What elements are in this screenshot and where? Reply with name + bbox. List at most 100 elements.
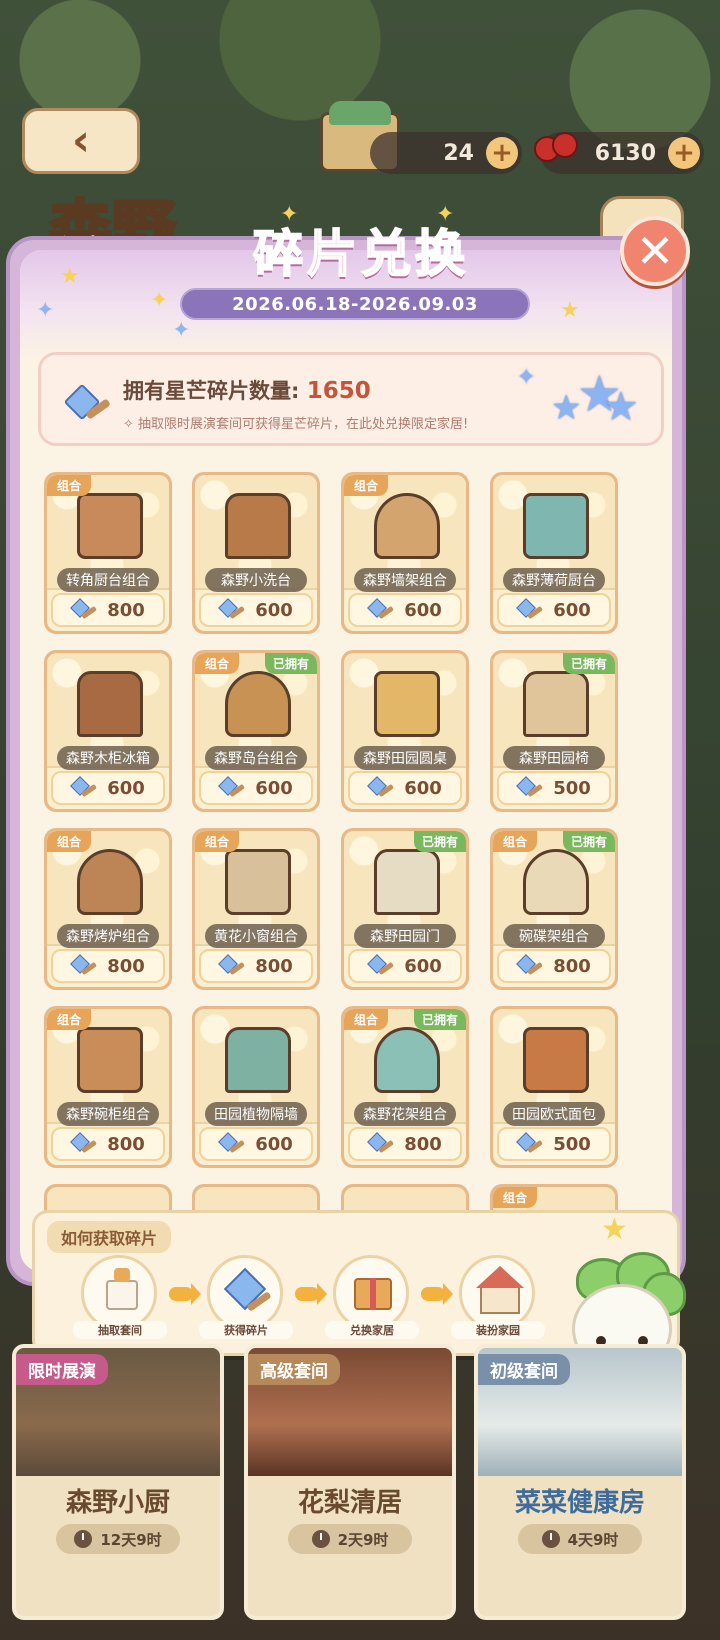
window-icon [225, 849, 291, 915]
item-price-value: 600 [107, 777, 145, 799]
panel-title-ribbon: 碎片兑换 [196, 200, 526, 300]
item-card-body: 森野薄荷厨台 600 [493, 475, 615, 631]
item-card[interactable]: 森野田园圆桌 600 [341, 650, 469, 812]
item-price-button[interactable]: 600 [497, 593, 611, 627]
item-card[interactable]: 已拥有 森野田园椅 500 [490, 650, 618, 812]
item-price-value: 800 [553, 955, 591, 977]
item-card-body: 组合 已拥有 森野花架组合 800 [344, 1009, 466, 1165]
item-name: 森野烤炉组合 [57, 924, 159, 948]
combo-tag: 组合 [195, 831, 240, 852]
item-name: 黄花小窗组合 [205, 924, 307, 948]
item-price-button[interactable]: 600 [348, 949, 462, 983]
item-price-value: 600 [404, 955, 442, 977]
item-card-body: 组合 森野墙架组合 600 [344, 475, 466, 631]
sparkle-icon: ★ [601, 1212, 628, 1247]
combo-tag: 组合 [47, 831, 92, 852]
item-price-button[interactable]: 600 [199, 593, 313, 627]
item-card[interactable]: 组合 已拥有 森野岛台组合 600 [192, 650, 320, 812]
item-price-button[interactable]: 800 [51, 949, 165, 983]
item-card[interactable]: 组合 森野碗柜组合 800 [44, 1006, 172, 1168]
banner-name: 森野小厨 [65, 1488, 170, 1518]
star-shard-icon [70, 598, 98, 621]
item-price-button[interactable]: 500 [497, 1127, 611, 1161]
banner-tag: 限时展演 [16, 1354, 108, 1385]
star-shard-icon [70, 1132, 98, 1155]
item-price-value: 800 [255, 955, 293, 977]
item-card-body: 田园欧式面包 500 [493, 1009, 615, 1165]
banner-timer: 4天9时 [518, 1524, 642, 1554]
star-shard-icon [70, 776, 98, 799]
item-card-body: 组合 森野碗柜组合 800 [47, 1009, 169, 1165]
item-card-body: 田园植物隔墙 600 [195, 1009, 317, 1165]
item-price-value: 600 [255, 1133, 293, 1155]
banner-time-text: 12天9时 [100, 1530, 162, 1549]
item-price-button[interactable]: 800 [348, 1127, 462, 1161]
item-card-body: 组合 已拥有 森野岛台组合 600 [195, 653, 317, 809]
star-shard-icon [218, 776, 246, 799]
star-shard-icon [516, 776, 544, 799]
close-icon: ✕ [635, 224, 675, 278]
currency-cherry-value: 6130 [594, 140, 656, 166]
item-card[interactable]: 森野小洗台 600 [192, 472, 320, 634]
item-card[interactable]: 组合 森野墙架组合 600 [341, 472, 469, 634]
star-shard-icon [218, 954, 246, 977]
combo-tag: 组合 [344, 1009, 389, 1030]
item-name: 转角厨台组合 [57, 568, 159, 592]
banner-advanced-suite[interactable]: 高级套间 花梨清居 2天9时 [244, 1344, 456, 1620]
item-price-button[interactable]: 800 [497, 949, 611, 983]
item-card[interactable]: 田园植物隔墙 600 [192, 1006, 320, 1168]
star-shards-decoration-icon: ★ ★ ★ ✦ [517, 365, 639, 430]
owned-tag: 已拥有 [413, 1009, 466, 1030]
combo-tag: 组合 [195, 653, 240, 674]
island-icon [225, 671, 291, 737]
shard-count-label: 拥有星芒碎片数量: [123, 379, 300, 403]
item-card[interactable]: 组合 转角厨台组合 800 [44, 472, 172, 634]
shard-description-text: 抽取限时展演套间可获得星芒碎片，在此处兑换限定家居! [138, 417, 469, 432]
item-card[interactable]: 森野薄荷厨台 600 [490, 472, 618, 634]
item-name: 森野田园圆桌 [354, 746, 456, 770]
item-name: 森野田园门 [354, 924, 456, 948]
item-card-body: 组合 转角厨台组合 800 [47, 475, 169, 631]
item-card[interactable]: 组合森野烤炉组合 800 [44, 828, 172, 990]
item-price-button[interactable]: 600 [348, 593, 462, 627]
item-card[interactable]: 组合 已拥有 碗碟架组合 800 [490, 828, 618, 990]
item-price-button[interactable]: 600 [199, 1127, 313, 1161]
back-button[interactable]: ‹ [22, 108, 140, 174]
add-ticket-button[interactable]: + [486, 137, 518, 169]
star-shard-icon [367, 1132, 395, 1155]
item-price-button[interactable]: 600 [348, 771, 462, 805]
sparkle-icon: ✦ [36, 298, 55, 323]
star-shard-icon [516, 1132, 544, 1155]
item-card[interactable]: 已拥有森野田园门 600 [341, 828, 469, 990]
close-button[interactable]: ✕ [620, 216, 690, 286]
item-price-button[interactable]: 800 [51, 593, 165, 627]
star-shard-icon [367, 776, 395, 799]
item-card[interactable]: 森野木柜冰箱 600 [44, 650, 172, 812]
item-price-button[interactable]: 500 [497, 771, 611, 805]
door-icon [374, 849, 440, 915]
step-label: 抽取套间 [73, 1321, 167, 1339]
item-price-value: 500 [553, 1133, 591, 1155]
item-price-button[interactable]: 600 [51, 771, 165, 805]
clock-icon [311, 1530, 330, 1548]
flower-stand-icon [374, 1027, 440, 1093]
item-price-button[interactable]: 800 [199, 949, 313, 983]
item-card[interactable]: 组合 已拥有 森野花架组合 800 [341, 1006, 469, 1168]
item-card[interactable]: 田园欧式面包 500 [490, 1006, 618, 1168]
item-price-button[interactable]: 600 [199, 771, 313, 805]
banner-limited-showcase[interactable]: 限时展演 森野小厨 12天9时 [12, 1344, 224, 1620]
owned-tag: 已拥有 [264, 653, 317, 674]
star-shard-icon [218, 598, 246, 621]
item-card-body: 森野田园圆桌 600 [344, 653, 466, 809]
item-price-button[interactable]: 800 [51, 1127, 165, 1161]
banner-time-text: 4天9时 [567, 1530, 619, 1549]
shard-description: ✧ 抽取限时展演套间可获得星芒碎片，在此处兑换限定家居! [123, 417, 469, 432]
combo-tag: 组合 [493, 831, 538, 852]
step-decorate-home: 装扮家园 [451, 1255, 545, 1355]
add-cherry-button[interactable]: + [668, 137, 700, 169]
item-name: 田园欧式面包 [503, 1102, 605, 1126]
owned-tag: 已拥有 [413, 831, 466, 852]
banner-tag: 高级套间 [248, 1354, 340, 1385]
banner-basic-suite[interactable]: 初级套间 菜菜健康房 4天9时 [474, 1344, 686, 1620]
item-card[interactable]: 组合黄花小窗组合 800 [192, 828, 320, 990]
